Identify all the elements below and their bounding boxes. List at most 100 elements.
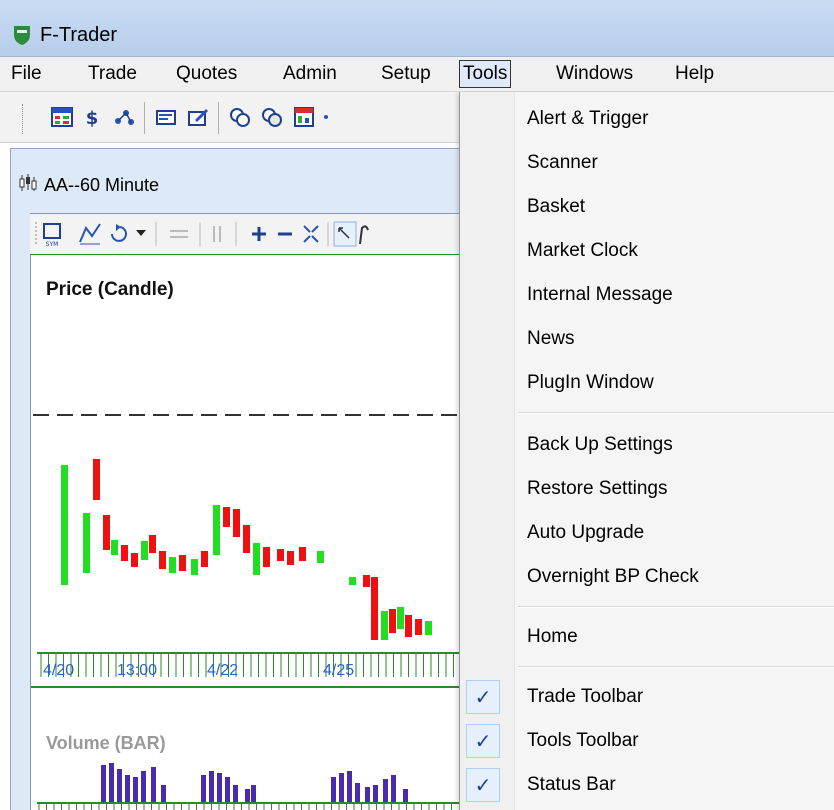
coins-icon[interactable] xyxy=(228,105,252,129)
app-shield-icon xyxy=(14,26,30,45)
volume-bar xyxy=(109,763,114,803)
menu-item-label: Alert & Trigger xyxy=(527,108,649,129)
menu-item-label: Basket xyxy=(527,196,586,217)
candle xyxy=(83,513,90,573)
volume-bar xyxy=(225,777,230,803)
menu-item-alert-trigger[interactable]: Alert & Trigger xyxy=(460,100,834,140)
volume-bar xyxy=(355,783,360,803)
menu-help[interactable]: Help xyxy=(672,60,717,88)
candle xyxy=(425,621,432,635)
volume-panel-title: Volume (BAR) xyxy=(46,733,166,753)
candle xyxy=(415,619,422,635)
checkmark-icon: ✓ xyxy=(466,680,500,714)
x-label-4-25: 4/25 xyxy=(323,662,354,679)
menu-tools[interactable]: Tools xyxy=(459,60,512,88)
candle xyxy=(169,557,176,573)
volume-bar xyxy=(133,777,138,803)
dollar-icon[interactable]: $ xyxy=(80,105,104,129)
candle xyxy=(317,551,324,563)
menu-item-market-clock[interactable]: Market Clock xyxy=(460,232,834,272)
chart-toolbar-icons: SYM xyxy=(35,221,369,248)
edit-order-icon[interactable] xyxy=(186,105,210,129)
account-coins-icon[interactable] xyxy=(260,105,284,129)
menu-item-label: Market Clock xyxy=(527,240,638,261)
menu-item-news[interactable]: News xyxy=(460,320,834,360)
checkmark-icon: ✓ xyxy=(466,724,500,758)
volume-bar xyxy=(251,785,256,803)
menu-item-status-bar[interactable]: ✓ Status Bar xyxy=(460,766,834,806)
menu-item-auto-upgrade[interactable]: Auto Upgrade xyxy=(460,514,834,554)
volume-bar xyxy=(245,789,250,803)
toolbar-separator xyxy=(218,102,219,134)
tools-toolbar: $ xyxy=(0,92,460,143)
quote-table-icon[interactable] xyxy=(50,105,74,129)
checkmark-icon: ✓ xyxy=(466,768,500,802)
toolbar-separator xyxy=(144,102,145,134)
menu-bar: File Trade Quotes Admin Setup Tools Wind… xyxy=(0,57,834,92)
network-icon[interactable] xyxy=(112,105,136,129)
candle xyxy=(349,577,356,585)
candle xyxy=(363,575,370,587)
menu-admin[interactable]: Admin xyxy=(280,60,340,88)
candle xyxy=(201,551,208,567)
menu-windows[interactable]: Windows xyxy=(553,60,636,88)
menu-item-plugin-window[interactable]: PlugIn Window xyxy=(460,364,834,404)
indicator-icon xyxy=(79,223,101,245)
menu-item-label: Overnight BP Check xyxy=(527,566,699,587)
menu-item-home[interactable]: Home xyxy=(460,618,834,658)
candle xyxy=(243,525,250,553)
order-ticket-icon[interactable] xyxy=(154,105,178,129)
menu-item-label: News xyxy=(527,328,575,349)
volume-bar xyxy=(383,779,388,803)
svg-text:SYM: SYM xyxy=(46,241,59,248)
volume-bars-group xyxy=(101,763,408,803)
candle xyxy=(371,577,378,640)
menu-item-trade-toolbar[interactable]: ✓ Trade Toolbar xyxy=(460,678,834,718)
menu-item-label: PlugIn Window xyxy=(527,372,654,393)
candle xyxy=(141,541,148,560)
candle xyxy=(103,515,110,550)
candle xyxy=(191,559,198,575)
volume-bar xyxy=(141,771,146,803)
menu-item-label: Trade Toolbar xyxy=(527,686,644,707)
candle xyxy=(277,549,284,561)
svg-text:$: $ xyxy=(86,108,99,129)
candle xyxy=(381,611,388,640)
menu-item-basket[interactable]: Basket xyxy=(460,188,834,228)
candle xyxy=(159,551,166,569)
menu-file[interactable]: File xyxy=(8,60,45,88)
candle xyxy=(287,551,294,565)
candle xyxy=(121,545,128,561)
menu-setup[interactable]: Setup xyxy=(378,60,434,88)
candle xyxy=(253,543,260,575)
candle xyxy=(111,540,118,555)
volume-bar xyxy=(201,775,206,803)
menu-item-back-up-settings[interactable]: Back Up Settings xyxy=(460,426,834,466)
candle xyxy=(299,547,306,561)
menu-item-label: Auto Upgrade xyxy=(527,522,645,543)
tools-menu-dropdown: Alert & Trigger Scanner Basket Market Cl… xyxy=(459,92,834,810)
axis-ticks xyxy=(40,653,454,677)
volume-bar xyxy=(151,767,156,803)
volume-bar xyxy=(373,785,378,803)
menu-item-tools-toolbar[interactable]: ✓ Tools Toolbar xyxy=(460,722,834,762)
candle xyxy=(93,459,100,500)
menu-item-internal-message[interactable]: Internal Message xyxy=(460,276,834,316)
menu-item-label: Tools Toolbar xyxy=(527,730,639,751)
menu-quotes[interactable]: Quotes xyxy=(173,60,240,88)
menu-trade[interactable]: Trade xyxy=(85,60,140,88)
candle xyxy=(263,547,270,567)
toolbar-grip[interactable] xyxy=(22,104,26,134)
volume-bar xyxy=(125,775,130,803)
menu-item-overnight-bp-check[interactable]: Overnight BP Check xyxy=(460,558,834,598)
candle xyxy=(233,509,240,537)
menu-item-scanner[interactable]: Scanner xyxy=(460,144,834,184)
volume-bar xyxy=(233,785,238,803)
volume-bar xyxy=(117,769,122,803)
x-label-13-00: 13:00 xyxy=(117,662,157,679)
menu-separator xyxy=(518,412,834,414)
price-chart[interactable]: 4/20 13:00 4/22 4/25 xyxy=(31,255,461,810)
report-icon[interactable] xyxy=(292,105,316,129)
menu-item-restore-settings[interactable]: Restore Settings xyxy=(460,470,834,510)
more-tools-icon[interactable] xyxy=(322,105,346,129)
